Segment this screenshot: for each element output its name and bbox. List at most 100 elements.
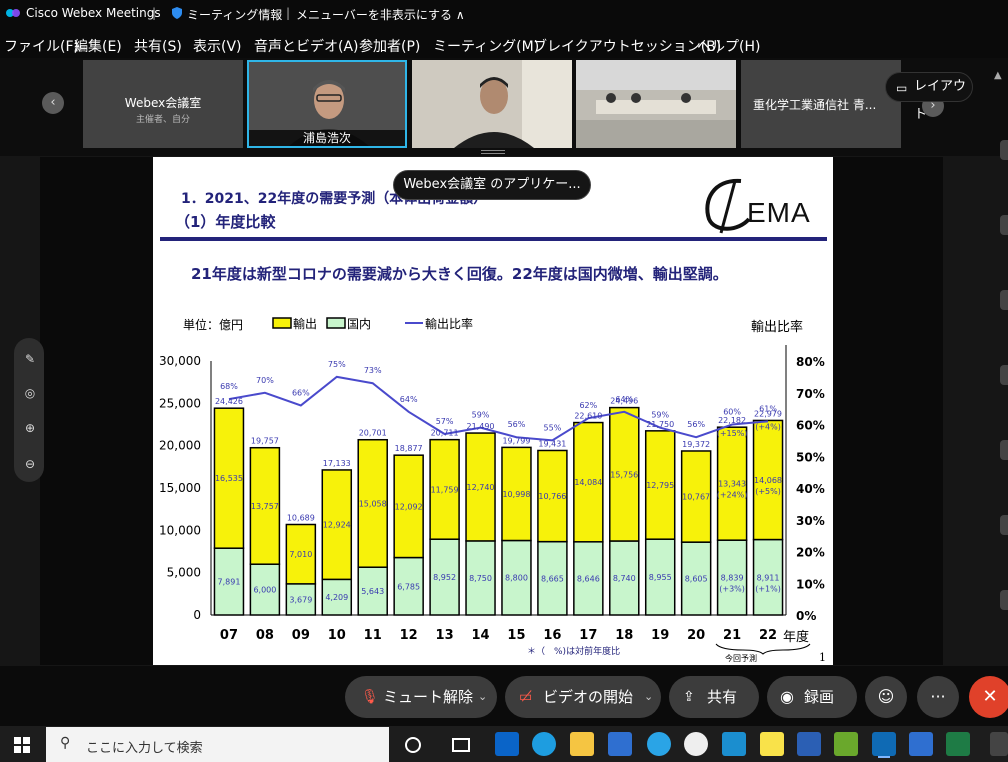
export-value-label: 13,757	[251, 502, 279, 511]
y2-tick-label: 80%	[796, 355, 825, 369]
export-value-label: 10,998	[502, 490, 530, 499]
title-bar: Cisco Webex Meetings | ミーティング情報 | メニューバー…	[0, 0, 1008, 28]
x-tick-label: 16	[543, 628, 561, 643]
ratio-value-label: 64%	[615, 395, 633, 404]
chevron-down-icon[interactable]: ⌄	[644, 676, 653, 718]
participant-tile-4[interactable]: 重化学工業通信社 青...	[741, 60, 901, 148]
domestic-value-label: 8,952	[433, 573, 456, 582]
ratio-value-label: 56%	[508, 420, 526, 429]
start-video-button[interactable]: ▭̸ ビデオの開始 ⌄	[505, 676, 661, 718]
task-view-icon[interactable]	[452, 738, 470, 752]
chevron-down-icon[interactable]: ⌄	[478, 676, 487, 718]
webex-logo-icon	[6, 7, 20, 19]
mic-muted-icon: 🎙︎	[361, 689, 379, 705]
record-button[interactable]: ◉ 録画	[767, 676, 857, 718]
end-meeting-button[interactable]: ✕	[969, 676, 1008, 718]
domestic-value-label: 8,839	[721, 574, 744, 583]
x-tick-label: 22	[759, 628, 777, 643]
domestic-value-label: 8,911	[757, 573, 780, 582]
export-value-label: 15,058	[359, 499, 387, 508]
x-tick-label: 21	[723, 628, 741, 643]
shield-icon	[171, 6, 183, 20]
teams-icon[interactable]	[608, 732, 632, 756]
vivaldi-icon[interactable]	[684, 732, 708, 756]
strip-prev-button[interactable]: ‹	[42, 92, 64, 114]
reactions-button[interactable]: ☺	[865, 676, 907, 718]
close-icon: ✕	[982, 686, 998, 707]
total-value-label: 21,490	[467, 422, 495, 431]
y2-tick-label: 30%	[796, 514, 825, 528]
room-tile[interactable]: Webex会議室 主催者、自分	[83, 60, 243, 148]
word-icon[interactable]	[797, 732, 821, 756]
export-value-label: 13,343	[718, 480, 746, 489]
shared-slide: 1．2021、22年度の需要予測（本体出荷金額） （1）年度比較 EMA 21年…	[153, 157, 833, 665]
pen-icon[interactable]: ✎	[22, 352, 38, 366]
overflow-app-icon[interactable]	[990, 732, 1008, 756]
participant-tile-2[interactable]	[412, 60, 572, 148]
domestic-value-label: 8,800	[505, 574, 528, 583]
unmute-button[interactable]: 🎙︎ ミュート解除 ⌄	[345, 676, 497, 718]
room-name: Webex会議室	[124, 96, 202, 110]
scroll-up-arrow-icon[interactable]: ▲	[994, 70, 1002, 81]
forecast-label: 今回予測	[725, 653, 757, 663]
menu-view[interactable]: 表示(V)	[193, 36, 242, 56]
zoom-out-icon[interactable]: ⊖	[22, 457, 38, 471]
y2-tick-label: 20%	[796, 546, 825, 560]
export-value-label: 10,766	[538, 492, 566, 501]
export-value-label: 7,010	[289, 550, 312, 559]
x-tick-label: 15	[507, 628, 525, 643]
y2-tick-label: 40%	[796, 482, 825, 496]
menu-help[interactable]: ヘルプ(H)	[697, 36, 760, 56]
x-tick-label: 19	[651, 628, 669, 643]
excel-icon[interactable]	[946, 732, 970, 756]
teams-icon-2[interactable]	[909, 732, 933, 756]
right-axis-label: 輸出比率	[751, 319, 803, 335]
menu-edit[interactable]: 編集(E)	[74, 36, 122, 56]
strip-resize-handle[interactable]	[481, 150, 505, 154]
webex-meetings-icon[interactable]	[872, 732, 896, 756]
edge-icon[interactable]	[532, 732, 556, 756]
share-button[interactable]: ⇪ 共有	[669, 676, 759, 718]
y-tick-label: 0	[193, 608, 201, 622]
ratio-value-label: 59%	[472, 411, 490, 420]
total-value-label: 19,372	[682, 440, 710, 449]
x-tick-label: 12	[400, 628, 418, 643]
audio-icon[interactable]: ◎	[22, 386, 38, 400]
menu-share[interactable]: 共有(S)	[134, 36, 182, 56]
internet-explorer-icon[interactable]	[647, 732, 671, 756]
hide-menubar-link[interactable]: メニューバーを非表示にする ∧	[296, 6, 465, 23]
active-speaker-tile[interactable]: 浦島浩次	[247, 60, 407, 148]
taskbar-search-box[interactable]: ⚲ ここに入力して検索	[46, 727, 389, 762]
layout-button[interactable]: ▭ レイアウト	[885, 72, 973, 122]
app-title: Cisco Webex Meetings	[26, 6, 161, 20]
ftp-icon[interactable]	[834, 732, 858, 756]
ratio-value-label: 64%	[400, 395, 418, 404]
x-tick-label: 14	[471, 628, 489, 643]
title-separator: |	[152, 6, 157, 20]
windows-start-icon[interactable]	[14, 737, 30, 753]
yoy-domestic-label: (+1%)	[755, 584, 781, 593]
smiley-icon: ☺	[877, 687, 895, 706]
more-options-button[interactable]: ···	[917, 676, 959, 718]
total-value-label: 10,689	[287, 513, 315, 522]
menu-file[interactable]: ファイル(F)	[4, 36, 79, 56]
ratio-line	[228, 375, 769, 442]
sticky-notes-icon[interactable]	[760, 732, 784, 756]
participant-tile-3[interactable]	[576, 60, 736, 148]
x-tick-label: 17	[579, 628, 597, 643]
webex-app-icon[interactable]	[722, 732, 746, 756]
outlook-icon[interactable]	[495, 732, 519, 756]
zoom-in-icon[interactable]: ⊕	[22, 421, 38, 435]
menu-audio-video[interactable]: 音声とビデオ(A)	[254, 36, 359, 56]
yoy-total-label: (+15%)	[717, 429, 748, 438]
menu-participants[interactable]: 参加者(P)	[359, 36, 420, 56]
file-explorer-icon[interactable]	[570, 732, 594, 756]
ratio-value-label: 55%	[544, 423, 562, 432]
menu-breakout[interactable]: ブレイクアウトセッション(B)	[533, 36, 721, 56]
total-value-label: 17,133	[323, 459, 351, 468]
cortana-icon[interactable]	[405, 737, 421, 753]
start-video-label: ビデオの開始	[543, 688, 634, 706]
menu-meeting[interactable]: ミーティング(M)	[433, 36, 539, 56]
meeting-info-link[interactable]: ミーティング情報	[187, 6, 282, 23]
unmute-label: ミュート解除	[383, 688, 474, 706]
